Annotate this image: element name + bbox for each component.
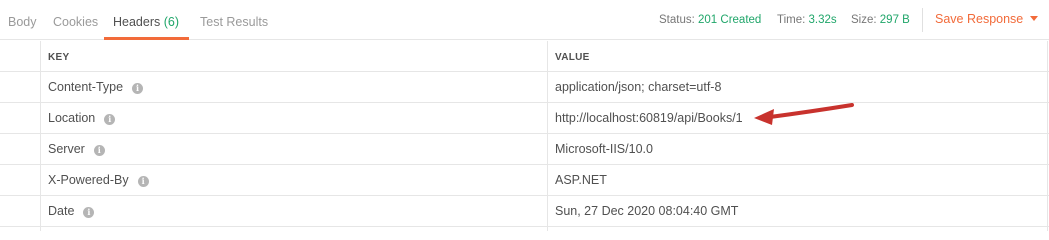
header-key-text: X-Powered-By: [48, 173, 129, 187]
status-readout: Status: 201 Created: [659, 14, 761, 26]
tab-headers[interactable]: Headers (6): [113, 15, 179, 29]
header-key-text: Location: [48, 111, 96, 125]
chevron-down-icon: [1030, 16, 1039, 21]
column-header-value: VALUE: [555, 52, 590, 63]
status-value: 201 Created: [698, 14, 762, 26]
info-icon[interactable]: i: [93, 145, 105, 156]
tab-body[interactable]: Body: [8, 15, 37, 29]
header-key-cell: Location i: [48, 111, 116, 125]
header-value-cell: ASP.NET: [555, 173, 607, 187]
header-key-cell: Content-Type i: [48, 80, 144, 94]
header-value-cell: application/json; charset=utf-8: [555, 80, 722, 94]
table-row: Date i Sun, 27 Dec 2020 08:04:40 GMT: [0, 196, 1049, 227]
column-header-key: KEY: [48, 52, 70, 63]
info-icon[interactable]: i: [83, 207, 95, 218]
header-value-cell: Sun, 27 Dec 2020 08:04:40 GMT: [555, 204, 739, 218]
header-value-cell: Microsoft-IIS/10.0: [555, 142, 653, 156]
tab-test-results[interactable]: Test Results: [200, 15, 268, 29]
status-label: Status:: [659, 14, 695, 26]
header-key-cell: X-Powered-By i: [48, 173, 149, 187]
size-label: Size:: [851, 14, 877, 26]
header-key-text: Content-Type: [48, 80, 124, 94]
active-tab-indicator: [104, 37, 189, 40]
table-header-row: KEY VALUE: [0, 41, 1049, 72]
header-key-text: Date: [48, 204, 75, 218]
save-response-button[interactable]: Save Response: [935, 12, 1039, 26]
info-icon[interactable]: i: [137, 176, 149, 187]
arrow-annotation-icon: [754, 103, 854, 125]
table-row: X-Powered-By i ASP.NET: [0, 165, 1049, 196]
size-value: 297 B: [879, 14, 910, 26]
header-key-cell: Date i: [48, 204, 95, 218]
header-key-text: Server: [48, 142, 85, 156]
size-readout: Size: 297 B: [851, 14, 910, 26]
save-response-label: Save Response: [935, 12, 1024, 26]
time-value: 3.32s: [808, 14, 837, 26]
table-row: Content-Type i application/json; charset=…: [0, 72, 1049, 103]
info-icon[interactable]: i: [104, 114, 116, 125]
toolbar-divider: [922, 8, 923, 32]
table-row: Server i Microsoft-IIS/10.0: [0, 134, 1049, 165]
time-readout: Time: 3.32s: [777, 14, 837, 26]
tab-headers-label: Headers: [113, 15, 161, 29]
header-key-cell: Server i: [48, 142, 105, 156]
tab-cookies[interactable]: Cookies: [53, 15, 98, 29]
header-value-cell: http://localhost:60819/api/Books/1: [555, 111, 743, 125]
response-toolbar: Body Cookies Headers (6) Test Results St…: [0, 0, 1049, 40]
tab-headers-count: (6): [163, 15, 180, 29]
table-row: Location i http://localhost:60819/api/Boo…: [0, 103, 1049, 134]
info-icon[interactable]: i: [132, 83, 144, 94]
time-label: Time:: [777, 14, 806, 26]
